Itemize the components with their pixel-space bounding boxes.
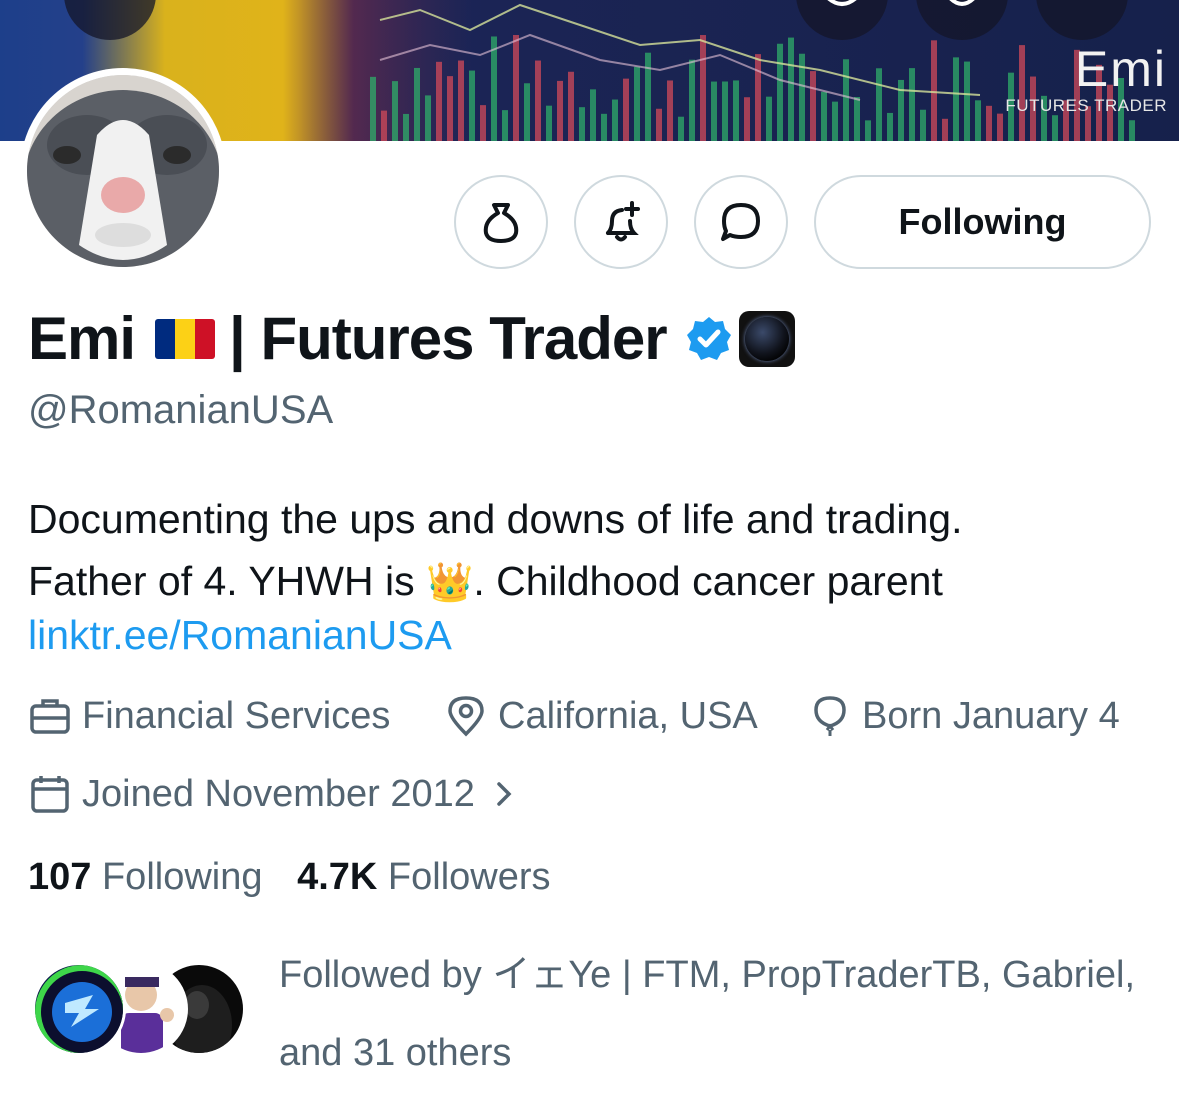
bell-plus-icon: [606, 201, 640, 242]
bio-line-2-suffix: . Childhood cancer parent: [473, 558, 943, 604]
joined-text: Joined November 2012: [82, 772, 475, 815]
follower-avatar-1: [32, 962, 126, 1056]
message-bubble-icon: [721, 203, 760, 241]
bio-link[interactable]: linktr.ee/RomanianUSA: [28, 612, 452, 659]
following-label: Following: [101, 856, 263, 898]
search-icon: [949, 0, 975, 6]
share-icon: [827, 0, 857, 6]
tip-button[interactable]: [454, 175, 548, 269]
briefcase-icon: [30, 699, 70, 734]
message-button[interactable]: [694, 175, 788, 269]
bio-line-1: Documenting the ups and downs of life an…: [28, 496, 963, 542]
handle: @RomanianUSA: [28, 388, 334, 432]
location-pin-icon: [448, 696, 484, 737]
location-text: California, USA: [498, 694, 758, 737]
romania-flag-icon: [155, 318, 216, 359]
display-name-suffix: | Futures Trader: [229, 305, 668, 372]
following-count-link[interactable]: 107 Following: [28, 856, 263, 898]
birthday-text: Born January 4: [862, 694, 1120, 737]
avatar-image: [27, 75, 219, 267]
following-button[interactable]: Following: [814, 175, 1151, 269]
followers-label: Followers: [387, 856, 551, 898]
crown-emoji: 👑: [425, 562, 474, 604]
bio-line-2: Father of 4. YHWH is 👑. Childhood cancer…: [28, 550, 1158, 614]
bio-line-2-prefix: Father of 4. YHWH is: [28, 558, 415, 604]
profile-location: California, USA: [444, 694, 758, 738]
followed-by-text[interactable]: Followed by イェYe | FTM, PropTraderTB, Ga…: [279, 936, 1169, 1092]
banner-logo-name: Emi: [1074, 41, 1167, 97]
bio: Documenting the ups and downs of life an…: [28, 488, 1158, 614]
followed-by-avatars[interactable]: [32, 962, 252, 1058]
display-name: Emi | Futures Trader: [28, 304, 795, 373]
money-bag-icon: [483, 203, 519, 243]
following-count: 107: [28, 856, 92, 898]
calendar-icon: [31, 776, 69, 813]
balloon-icon: [814, 696, 846, 736]
profile-joined[interactable]: Joined November 2012: [28, 772, 529, 816]
follow-counts: 107 Following 4.7K Followers: [28, 856, 551, 899]
profile-category: Financial Services: [28, 694, 390, 738]
verified-badge-icon[interactable]: [685, 315, 733, 363]
chevron-right-icon: [497, 782, 512, 806]
back-arrow-icon: [92, 0, 128, 20]
banner-logo-subtitle: FUTURES TRADER: [1005, 96, 1167, 115]
display-name-text: Emi: [28, 305, 136, 372]
notify-button[interactable]: [574, 175, 668, 269]
followers-count-link[interactable]: 4.7K Followers: [297, 856, 550, 898]
followed-by-line-2: and 31 others: [279, 1032, 512, 1074]
profile-avatar[interactable]: [20, 68, 226, 274]
profile-birthday: Born January 4: [808, 694, 1120, 738]
banner-logo: Emi FUTURES TRADER: [1005, 42, 1167, 116]
affiliate-badge-icon[interactable]: [738, 310, 795, 367]
category-text: Financial Services: [82, 694, 391, 737]
followers-count: 4.7K: [297, 856, 378, 898]
followed-by-line-1: Followed by イェYe | FTM, PropTraderTB, Ga…: [279, 954, 1136, 996]
